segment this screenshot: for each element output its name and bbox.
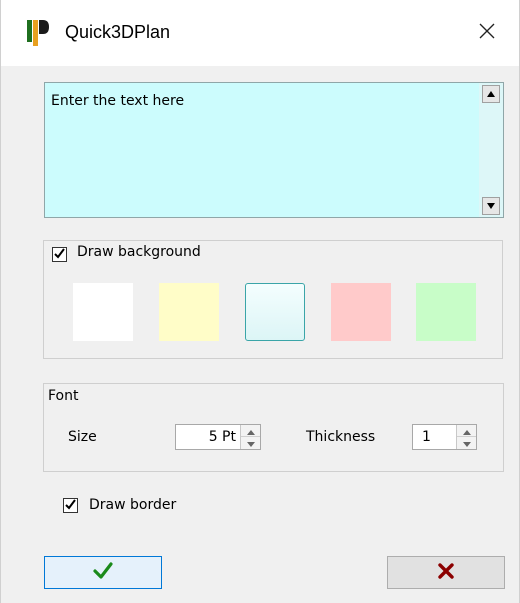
draw-background-checkbox[interactable] [52,247,67,262]
scroll-down-button[interactable] [482,197,500,215]
checkmark-icon [65,498,76,514]
size-spin-arrows[interactable] [240,425,260,449]
text-input-area[interactable]: Enter the text here [44,82,504,218]
swatch-light-green[interactable] [416,283,476,341]
draw-background-label: Draw background [77,244,201,260]
vertical-scrollbar[interactable] [479,83,503,217]
thickness-label: Thickness [306,429,376,445]
thickness-spin-arrows[interactable] [456,425,476,449]
close-button[interactable] [455,0,519,66]
thickness-decrement-button[interactable] [457,437,476,449]
font-group-title: Font [48,388,79,404]
quick3dplan-logo-icon [27,20,49,46]
background-group: Draw background [43,240,503,359]
thickness-value[interactable]: 1 [422,429,431,445]
text-input-value[interactable]: Enter the text here [51,93,184,109]
arrow-down-icon [486,198,496,214]
draw-border-label: Draw border [89,497,177,513]
window-title: Quick3DPlan [65,22,171,42]
cancel-button[interactable] [387,556,505,589]
size-decrement-button[interactable] [241,437,260,449]
draw-border-checkbox[interactable] [63,498,78,513]
swatch-light-red[interactable] [331,283,391,341]
spin-down-icon [246,435,255,451]
spin-down-icon [462,435,471,451]
ok-button[interactable] [44,556,162,589]
swatch-white[interactable] [73,283,133,341]
checkmark-icon [54,247,65,263]
thickness-spinbox[interactable]: 1 [412,424,477,450]
size-label: Size [68,429,97,445]
swatch-light-yellow[interactable] [159,283,219,341]
scroll-up-button[interactable] [482,85,500,103]
x-icon [438,562,454,583]
close-icon [479,23,495,43]
size-value[interactable]: 5 Pt [209,429,236,445]
font-group: Font Size 5 Pt Thickness 1 [43,383,504,472]
dialog-window: Quick3DPlan Enter the text here Draw bac… [0,0,520,603]
swatch-light-cyan[interactable] [245,283,305,341]
title-bar: Quick3DPlan [1,0,519,66]
checkmark-icon [93,561,113,584]
arrow-up-icon [486,86,496,102]
size-spinbox[interactable]: 5 Pt [175,424,261,450]
